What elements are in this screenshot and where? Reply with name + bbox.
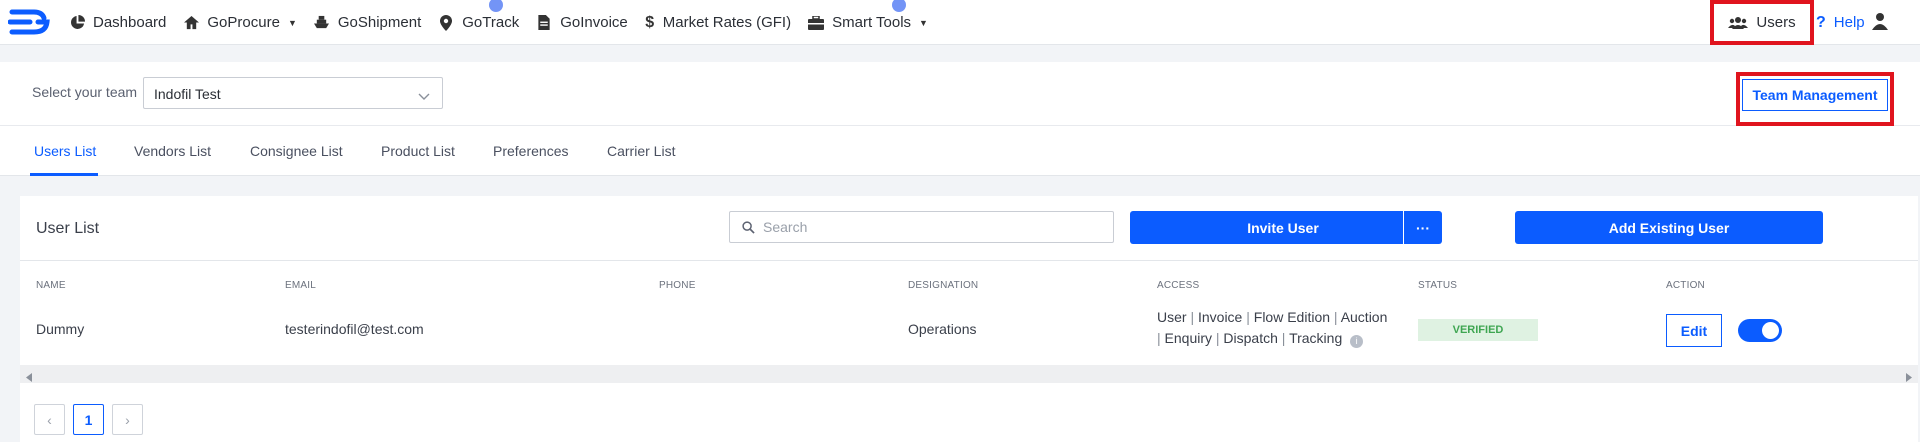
access-item: Dispatch: [1223, 330, 1278, 346]
nav-goprocure[interactable]: GoProcure ▼: [182, 14, 297, 32]
column-header-email: EMAIL: [285, 280, 317, 291]
search-input[interactable]: Search: [729, 211, 1114, 243]
pie-chart-icon: [68, 14, 86, 32]
nav-dashboard[interactable]: Dashboard: [68, 14, 166, 32]
caret-down-icon: ▼: [287, 17, 297, 28]
active-tab-indicator: [30, 173, 98, 176]
invoice-icon: [535, 14, 553, 32]
team-select-label: Select your team: [32, 84, 138, 100]
page-1-button[interactable]: 1: [73, 404, 104, 435]
column-header-action: ACTION: [1666, 280, 1705, 291]
team-bar: Select your team Indofil Test Team Manag…: [0, 62, 1920, 126]
question-icon: ?: [1816, 13, 1826, 31]
cell-name: Dummy: [36, 321, 85, 337]
nav-label: Dashboard: [93, 14, 167, 31]
nav-goshipment[interactable]: GoShipment: [313, 14, 421, 32]
nav-label: GoProcure: [207, 14, 280, 31]
logo-icon[interactable]: [7, 6, 52, 38]
team-select-value: Indofil Test: [154, 86, 221, 102]
top-navbar: Dashboard GoProcure ▼ GoShipment GoTrack: [0, 0, 1920, 45]
caret-down-icon: ▼: [919, 17, 928, 28]
tab-carrier-list[interactable]: Carrier List: [607, 143, 675, 159]
invite-user-label: Invite User: [1247, 219, 1319, 236]
help-label: Help: [1833, 14, 1865, 31]
tab-preferences[interactable]: Preferences: [493, 143, 568, 159]
card-title: User List: [36, 220, 100, 237]
home-icon: [182, 14, 200, 32]
tab-users-list[interactable]: Users List: [34, 143, 96, 159]
prev-page-button[interactable]: ‹: [34, 404, 65, 435]
column-header-status: STATUS: [1418, 280, 1458, 291]
chevron-down-icon: [418, 88, 430, 104]
help-link[interactable]: ? Help: [1816, 0, 1865, 45]
notification-dot: [892, 0, 907, 12]
nav-label: GoInvoice: [560, 14, 628, 31]
dollar-icon: $: [645, 13, 655, 31]
column-header-access: ACCESS: [1157, 280, 1200, 291]
column-header-designation: DESIGNATION: [908, 280, 979, 291]
nav-label: GoShipment: [337, 14, 422, 31]
scroll-left-icon[interactable]: [26, 369, 32, 387]
horizontal-scrollbar[interactable]: [20, 365, 1918, 383]
scroll-right-icon[interactable]: [1906, 369, 1912, 387]
search-placeholder: Search: [763, 219, 808, 235]
cell-designation: Operations: [908, 321, 977, 337]
invite-user-button[interactable]: Invite User ···: [1130, 211, 1442, 244]
users-group-icon: [1728, 16, 1749, 30]
team-management-button[interactable]: Team Management: [1742, 79, 1888, 111]
cell-access: User | Invoice | Flow Edition | Auction …: [1157, 309, 1388, 348]
access-item: Tracking: [1289, 330, 1343, 346]
toggle-knob: [1762, 322, 1779, 339]
nav-label: Market Rates (GFI): [662, 14, 792, 31]
enable-toggle[interactable]: [1738, 319, 1782, 342]
location-pin-icon: [437, 14, 455, 32]
nav-smart-tools[interactable]: Smart Tools ▼: [807, 0, 928, 32]
team-select[interactable]: Indofil Test: [143, 77, 443, 109]
tab-vendors-list[interactable]: Vendors List: [134, 143, 211, 159]
user-list-card: User List Search Invite User ··· Add Exi…: [20, 196, 1918, 442]
add-existing-user-button[interactable]: Add Existing User: [1515, 211, 1823, 244]
pagination: ‹ 1 ›: [34, 404, 151, 435]
ship-icon: [313, 14, 331, 32]
next-page-button[interactable]: ›: [112, 404, 143, 435]
nav-market-rates[interactable]: $ Market Rates (GFI): [644, 14, 791, 32]
edit-button[interactable]: Edit: [1666, 314, 1722, 347]
nav-gotrack[interactable]: GoTrack: [437, 0, 520, 32]
more-options-button[interactable]: ···: [1403, 211, 1442, 244]
toolbox-icon: [807, 14, 825, 32]
access-item: Enquiry: [1164, 330, 1212, 346]
nav-label: Smart Tools: [832, 14, 912, 31]
notification-dot: [489, 0, 504, 12]
tab-consignee-list[interactable]: Consignee List: [250, 143, 343, 159]
tab-product-list[interactable]: Product List: [381, 143, 455, 159]
cell-email: testerindofil@test.com: [285, 321, 424, 337]
divider: [20, 260, 1918, 261]
users-label: Users: [1756, 14, 1796, 31]
column-header-phone: PHONE: [659, 280, 696, 291]
access-item: User: [1157, 309, 1187, 325]
users-button[interactable]: Users: [1710, 0, 1814, 45]
access-item: Auction: [1340, 309, 1388, 325]
search-icon: [742, 220, 755, 234]
access-item: Invoice: [1197, 309, 1243, 325]
status-badge: VERIFIED: [1418, 319, 1538, 341]
tab-bar: Users List Vendors List Consignee List P…: [0, 126, 1920, 176]
access-item: Flow Edition: [1253, 309, 1331, 325]
column-header-name: NAME: [36, 280, 66, 291]
info-icon[interactable]: i: [1350, 335, 1364, 348]
nav-goinvoice[interactable]: GoInvoice: [535, 14, 628, 32]
user-profile-icon[interactable]: [1872, 12, 1888, 35]
nav-label: GoTrack: [462, 14, 520, 31]
